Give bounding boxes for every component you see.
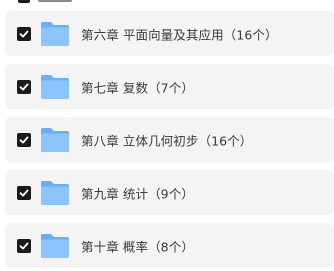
folder-icon bbox=[40, 74, 70, 100]
check-icon bbox=[19, 189, 29, 196]
folder-name: 第十章 概率（8个） bbox=[81, 239, 194, 254]
previous-row-stub bbox=[0, 0, 334, 5]
folder-list-page: 第六章 平面向量及其应用（16个） 第七章 复数（7个） 第八章 立体几何初步（… bbox=[0, 0, 334, 271]
folder-list: 第六章 平面向量及其应用（16个） 第七章 复数（7个） 第八章 立体几何初步（… bbox=[5, 11, 334, 271]
folder-icon bbox=[40, 180, 70, 206]
check-icon bbox=[19, 30, 29, 37]
folder-row-chapter-6[interactable]: 第六章 平面向量及其应用（16个） bbox=[5, 11, 334, 56]
folder-row-chapter-9[interactable]: 第九章 统计（9个） bbox=[5, 170, 334, 215]
folder-row-chapter-10[interactable]: 第十章 概率（8个） bbox=[5, 223, 334, 268]
row-checkbox[interactable] bbox=[17, 79, 31, 94]
row-checkbox[interactable] bbox=[17, 238, 31, 253]
check-icon bbox=[19, 136, 29, 143]
folder-name: 第七章 复数（7个） bbox=[81, 80, 194, 95]
folder-name: 第六章 平面向量及其应用（16个） bbox=[81, 27, 278, 42]
folder-row-chapter-7[interactable]: 第七章 复数（7个） bbox=[5, 64, 334, 109]
folder-icon bbox=[40, 127, 70, 153]
folder-row-chapter-8[interactable]: 第八章 立体几何初步（16个） bbox=[5, 117, 334, 162]
row-checkbox[interactable] bbox=[17, 185, 31, 200]
row-checkbox[interactable] bbox=[17, 132, 31, 147]
check-icon bbox=[19, 83, 29, 90]
previous-row-checkbox[interactable] bbox=[18, 0, 30, 3]
folder-name: 第九章 统计（9个） bbox=[81, 186, 194, 201]
folder-name: 第八章 立体几何初步（16个） bbox=[81, 133, 253, 148]
previous-row-label-stub bbox=[38, 0, 72, 2]
folder-icon bbox=[40, 21, 70, 47]
row-checkbox[interactable] bbox=[17, 26, 31, 41]
check-icon bbox=[19, 242, 29, 249]
folder-icon bbox=[40, 233, 70, 259]
